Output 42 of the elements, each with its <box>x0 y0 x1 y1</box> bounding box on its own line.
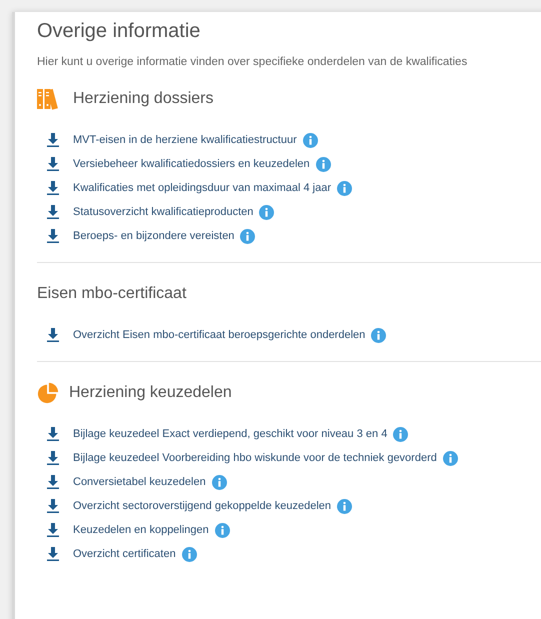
info-icon[interactable] <box>371 328 386 342</box>
download-icon[interactable] <box>47 451 59 465</box>
download-icon[interactable] <box>47 181 59 195</box>
info-icon[interactable] <box>259 204 274 220</box>
pie-chart-icon <box>37 382 59 404</box>
download-link[interactable]: Beroeps- en bijzondere vereisten <box>73 230 234 242</box>
download-icon[interactable] <box>47 229 59 243</box>
section-heading: Eisen mbo-certificaat <box>37 285 186 303</box>
info-icon[interactable] <box>214 522 230 538</box>
download-link[interactable]: Overzicht Eisen mbo-certificaat beroepsgerichte onderdelen <box>73 329 366 341</box>
download-icon[interactable] <box>47 133 59 147</box>
download-link[interactable]: Overzicht certificaten <box>73 548 176 560</box>
intro-text: Hier kunt u overige informatie vinden over specifieke onderdelen van de kwalificaties <box>37 56 468 68</box>
download-link[interactable]: Bijlage keuzedeel Voorbereiding hbo wiskunde voor de techniek gevorderd <box>73 452 437 464</box>
info-icon[interactable] <box>240 228 256 244</box>
download-icon[interactable] <box>47 157 59 171</box>
download-icon[interactable] <box>47 523 59 537</box>
info-icon[interactable] <box>337 180 352 196</box>
page-title: Overige informatie <box>37 19 202 44</box>
download-link[interactable]: Conversietabel keuzedelen <box>73 476 206 488</box>
download-link[interactable]: Bijlage keuzedeel Exact verdiepend, geschikt voor niveau 3 en 4 <box>73 428 388 440</box>
info-icon[interactable] <box>302 132 318 148</box>
download-link[interactable]: Keuzedelen en koppelingen <box>73 524 209 536</box>
info-icon[interactable] <box>337 498 352 514</box>
download-link[interactable]: Versiebeheer kwalificatiedossiers en keuzedelen <box>73 158 310 170</box>
download-icon[interactable] <box>47 547 59 561</box>
info-icon[interactable] <box>393 426 408 442</box>
download-link[interactable]: Statusoverzicht kwalificatieproducten <box>73 206 254 218</box>
info-icon[interactable] <box>182 546 197 562</box>
download-link[interactable]: MVT-eisen in de herziene kwalificatiestructuur <box>73 134 297 146</box>
download-icon[interactable] <box>47 499 59 513</box>
download-link[interactable]: Overzicht sectoroverstijgend gekoppelde keuzedelen <box>73 500 332 512</box>
info-icon[interactable] <box>316 156 331 172</box>
download-icon[interactable] <box>47 475 59 489</box>
download-link[interactable]: Kwalificaties met opleidingsduur van maximaal 4 jaar <box>73 182 332 194</box>
section-heading: Herziening dossiers <box>73 90 214 108</box>
download-icon[interactable] <box>47 427 59 441</box>
download-icon[interactable] <box>47 328 59 342</box>
info-icon[interactable] <box>442 450 458 466</box>
download-icon[interactable] <box>47 205 59 219</box>
info-icon[interactable] <box>212 474 227 490</box>
section-heading: Herziening keuzedelen <box>69 384 232 402</box>
